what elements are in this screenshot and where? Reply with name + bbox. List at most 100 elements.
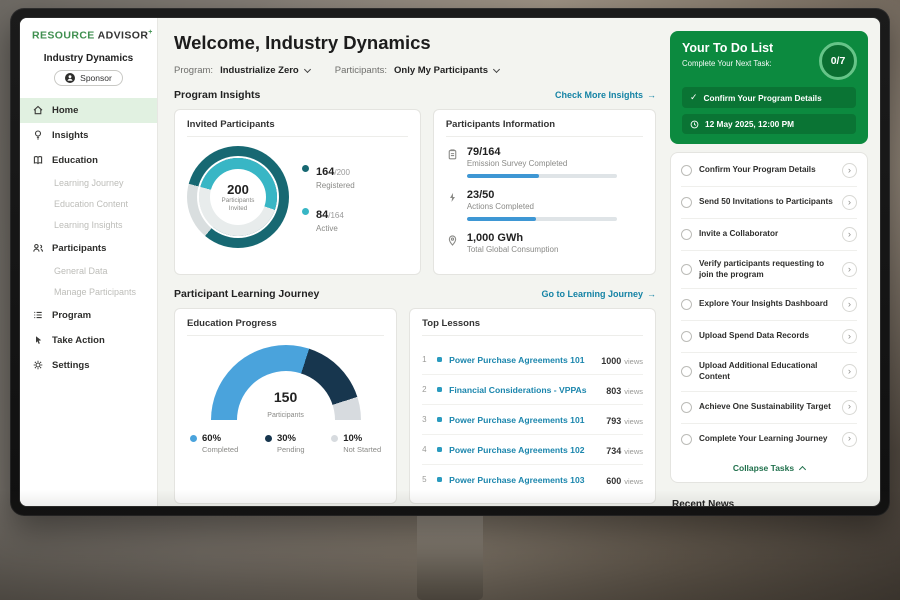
sidebar-item-take-action[interactable]: Take Action [20,328,157,353]
sidebar-item-participants[interactable]: Participants [20,236,157,261]
legend-item-not-started: 10% Not Started [331,433,381,454]
sponsor-badge-label: Sponsor [80,73,112,83]
lesson-icon [437,447,442,452]
top-lessons-card: Top Lessons 1 Power Purchase Agreements … [409,308,656,504]
task-checkbox[interactable] [681,165,692,176]
filters-bar: Program: Industrialize Zero Participants… [174,65,656,76]
todo-subtitle: Complete Your Next Task: [682,59,808,68]
lesson-row[interactable]: 4 Power Purchase Agreements 102 734views [422,435,643,465]
task-row[interactable]: Confirm Your Program Details › [681,155,857,187]
sidebar-item-education-content[interactable]: Education Content [20,194,157,215]
chevron-right-icon[interactable]: › [842,227,857,242]
education-progress-gauge: 150 Participants [211,345,361,422]
chevron-up-icon [799,466,806,473]
chevron-right-icon[interactable]: › [842,262,857,277]
task-checkbox[interactable] [681,402,692,413]
task-checkbox[interactable] [681,229,692,240]
task-checkbox[interactable] [681,366,692,377]
lesson-icon [437,357,442,362]
next-task-pill[interactable]: ✓ Confirm Your Program Details [682,87,856,108]
org-name: Industry Dynamics [20,53,157,64]
app-logo: RESOURCE ADVISOR+ [20,29,157,42]
sidebar-item-general-data[interactable]: General Data [20,261,157,282]
card-title: Top Lessons [422,318,643,336]
chevron-right-icon[interactable]: › [842,195,857,210]
lesson-row[interactable]: 3 Power Purchase Agreements 101 793views [422,405,643,435]
clipboard-icon [446,148,459,161]
legend-dot [265,435,272,442]
sidebar-item-settings[interactable]: Settings [20,353,157,378]
participants-select-value: Only My Participants [394,65,488,76]
collapse-tasks-link[interactable]: Collapse Tasks [681,455,857,482]
dashboard-screen: RESOURCE ADVISOR+ Industry Dynamics Spon… [19,17,881,507]
chevron-right-icon[interactable]: › [842,364,857,379]
sidebar-item-learning-journey[interactable]: Learning Journey [20,173,157,194]
legend-dot [302,165,309,172]
chevron-down-icon [493,65,500,72]
home-icon [32,104,44,116]
due-date-pill: 12 May 2025, 12:00 PM [682,114,856,134]
chevron-right-icon[interactable]: › [842,432,857,447]
monitor: RESOURCE ADVISOR+ Industry Dynamics Spon… [10,8,890,516]
program-select-value: Industrialize Zero [220,65,299,76]
book-icon [32,154,44,166]
task-checkbox[interactable] [681,264,692,275]
chevron-right-icon[interactable]: › [842,163,857,178]
program-filter-label: Program: [174,65,213,76]
chevron-right-icon[interactable]: › [842,329,857,344]
sidebar-item-program[interactable]: Program [20,303,157,328]
program-select[interactable]: Industrialize Zero [220,65,310,76]
check-icon: ✓ [690,92,698,103]
sidebar-item-label: Education [52,155,98,166]
sidebar-item-manage-participants[interactable]: Manage Participants [20,282,157,303]
gear-icon [32,359,44,371]
donut-legend: 164/200 Registered 84/164 Active [302,162,355,233]
task-row[interactable]: Verify participants requesting to join t… [681,251,857,289]
participants-information-card: Participants Information 79/164 Emission… [433,109,656,275]
card-title: Invited Participants [187,119,408,137]
task-row[interactable]: Achieve One Sustainability Target › [681,392,857,424]
chevron-right-icon[interactable]: › [842,297,857,312]
task-row[interactable]: Explore Your Insights Dashboard › [681,289,857,321]
people-icon [32,242,44,254]
legend-dot [190,435,197,442]
lesson-row[interactable]: 5 Power Purchase Agreements 103 600views [422,465,643,494]
sidebar-item-home[interactable]: Home [20,98,157,123]
sidebar-item-learning-insights[interactable]: Learning Insights [20,215,157,236]
recent-news-header: Recent News [670,493,868,506]
donut-center: 200 Participants Invited [212,171,264,223]
todo-panel: Your To Do List Complete Your Next Task:… [670,18,880,506]
gauge-legend: 60% Completed 30% Pending 10% [187,433,384,454]
sidebar-item-education[interactable]: Education [20,148,157,173]
check-more-insights-link[interactable]: Check More Insights → [555,90,656,100]
lightning-icon [446,191,459,204]
arrow-right-icon: → [647,90,656,100]
chevron-right-icon[interactable]: › [842,400,857,415]
sidebar-item-insights[interactable]: Insights [20,123,157,148]
task-checkbox[interactable] [681,331,692,342]
donut-center-value: 200 [227,182,249,197]
program-insights-section-header: Program Insights Check More Insights → [174,89,656,101]
sidebar-nav: Home Insights Education Learning Journey… [20,98,157,378]
legend-dot [331,435,338,442]
sidebar: RESOURCE ADVISOR+ Industry Dynamics Spon… [20,18,158,506]
task-checkbox[interactable] [681,197,692,208]
section-title: Participant Learning Journey [174,288,319,300]
sidebar-item-label: Participants [52,243,106,254]
task-row[interactable]: Send 50 Invitations to Participants › [681,187,857,219]
lesson-icon [437,387,442,392]
task-checkbox[interactable] [681,299,692,310]
task-row[interactable]: Invite a Collaborator › [681,219,857,251]
task-row[interactable]: Upload Additional Educational Content › [681,353,857,391]
task-row[interactable]: Complete Your Learning Journey › [681,424,857,455]
lesson-row[interactable]: 1 Power Purchase Agreements 101 1000view… [422,345,643,375]
task-checkbox[interactable] [681,434,692,445]
participants-select[interactable]: Only My Participants [394,65,499,76]
task-row[interactable]: Upload Spend Data Records › [681,321,857,353]
learning-journey-cards: Education Progress 150 Participants [174,308,656,504]
lesson-row[interactable]: 2 Financial Considerations - VPPAs 803vi… [422,375,643,405]
go-to-learning-journey-link[interactable]: Go to Learning Journey → [541,289,656,299]
invited-participants-card: Invited Participants 200 Participants In… [174,109,421,275]
chevron-down-icon [304,65,311,72]
bulb-icon [32,129,44,141]
